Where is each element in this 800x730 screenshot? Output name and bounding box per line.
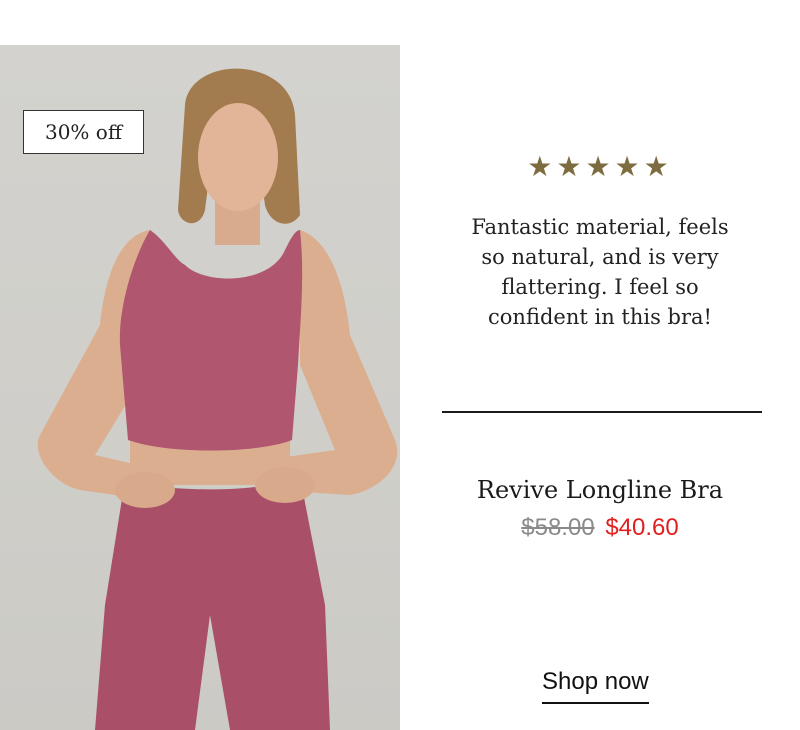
product-image[interactable]: 30% off <box>0 45 400 730</box>
divider <box>442 411 762 413</box>
sale-price: $40.60 <box>605 514 679 541</box>
product-name[interactable]: Revive Longline Bra <box>440 476 760 504</box>
star-rating: ★★★★★ <box>527 150 673 183</box>
discount-badge: 30% off <box>23 110 144 154</box>
price-block: $58.00 $40.60 <box>440 514 760 542</box>
review-text: Fantastic material, feels so natural, an… <box>471 215 729 329</box>
original-price: $58.00 <box>521 514 595 541</box>
shop-now-link[interactable]: Shop now <box>542 668 649 704</box>
